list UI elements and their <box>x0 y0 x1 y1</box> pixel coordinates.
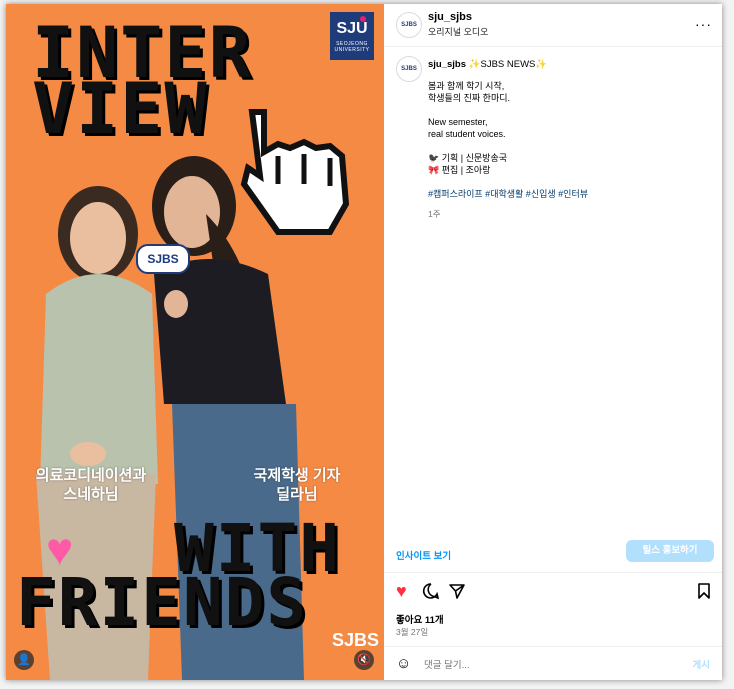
reel-media[interactable]: INTER VIEW SJU SEOJEONG UNIVERSITY SJBS … <box>6 4 384 680</box>
person2-caption: 국제학생 기자 딜라님 <box>242 466 352 504</box>
caption-line1: 봄과 함께 학기 시작, <box>428 81 505 91</box>
caption-line2: 학생들의 진짜 한마디. <box>428 93 511 103</box>
person1-caption: 의료코디네이션과 스네하님 <box>26 466 156 504</box>
caption-body: 봄과 함께 학기 시작, 학생들의 진짜 한마디. New semester, … <box>428 80 708 220</box>
person1-caption-line1: 의료코디네이션과 <box>35 467 147 484</box>
share-icon[interactable] <box>448 582 466 603</box>
more-options-icon[interactable]: ··· <box>695 16 712 32</box>
post-age[interactable]: 1주 <box>428 208 708 220</box>
person2-caption-line1: 국제학생 기자 <box>253 467 341 484</box>
audio-label[interactable]: 오리지널 오디오 <box>428 25 488 38</box>
post-dialog: INTER VIEW SJU SEOJEONG UNIVERSITY SJBS … <box>6 4 722 680</box>
comment-composer: ☺ 게시 <box>384 646 722 680</box>
caption-header: sju_sjbs ✨SJBS NEWS✨ <box>428 59 547 70</box>
media-bottom-line2: FRIENDS <box>16 564 309 641</box>
comment-input[interactable] <box>422 655 666 675</box>
header-avatar[interactable]: SJBS <box>396 12 422 38</box>
caption-avatar[interactable]: SJBS <box>396 56 422 82</box>
comment-icon[interactable] <box>422 582 440 603</box>
caption-hashtags[interactable]: #캠퍼스라이프 #대학생활 #신입생 #인터뷰 <box>428 189 588 199</box>
header-username[interactable]: sju_sjbs <box>428 11 472 23</box>
sjbs-bottom-logo: SJBS <box>332 630 380 650</box>
sju-logo: SJU SEOJEONG UNIVERSITY <box>330 12 374 60</box>
like-heart-icon[interactable]: ♥ <box>396 582 407 600</box>
likes-count[interactable]: 좋아요 11개 <box>396 612 444 626</box>
media-title-line2: VIEW <box>32 68 209 150</box>
caption-line3: New semester, <box>428 117 488 127</box>
caption-username[interactable]: sju_sjbs <box>428 59 466 70</box>
bookmark-icon[interactable] <box>696 582 712 603</box>
view-insights-link[interactable]: 인사이트 보기 <box>396 548 451 562</box>
post-date[interactable]: 3월 27일 <box>396 626 428 638</box>
boost-reel-button[interactable]: 릴스 홍보하기 <box>626 540 714 562</box>
caption-credit1: 🐦‍⬛ 기획 | 신문방송국 <box>428 153 508 163</box>
emoji-icon[interactable]: ☺ <box>396 656 411 671</box>
logo-subtext: SEOJEONG UNIVERSITY <box>334 41 370 53</box>
action-bar: ♥ <box>384 572 722 609</box>
post-comment-button[interactable]: 게시 <box>693 657 710 671</box>
caption-title: ✨SJBS NEWS✨ <box>466 59 548 70</box>
logo-text: SJU <box>336 20 368 37</box>
post-details-panel: SJBS sju_sjbs 오리지널 오디오 ··· SJBS sju_sjbs… <box>384 4 722 680</box>
mute-icon[interactable]: 🔇 <box>354 650 374 670</box>
person2-caption-line2: 딜라님 <box>276 486 318 503</box>
tagged-users-icon[interactable]: 👤 <box>14 650 34 670</box>
caption-credit2: 🎀 편집 | 조아랑 <box>428 165 491 175</box>
post-header: SJBS sju_sjbs 오리지널 오디오 ··· <box>384 4 722 47</box>
caption-line4: real student voices. <box>428 129 506 139</box>
person1-caption-line2: 스네하님 <box>63 486 119 503</box>
sjbs-mic: SJBS <box>136 244 190 274</box>
